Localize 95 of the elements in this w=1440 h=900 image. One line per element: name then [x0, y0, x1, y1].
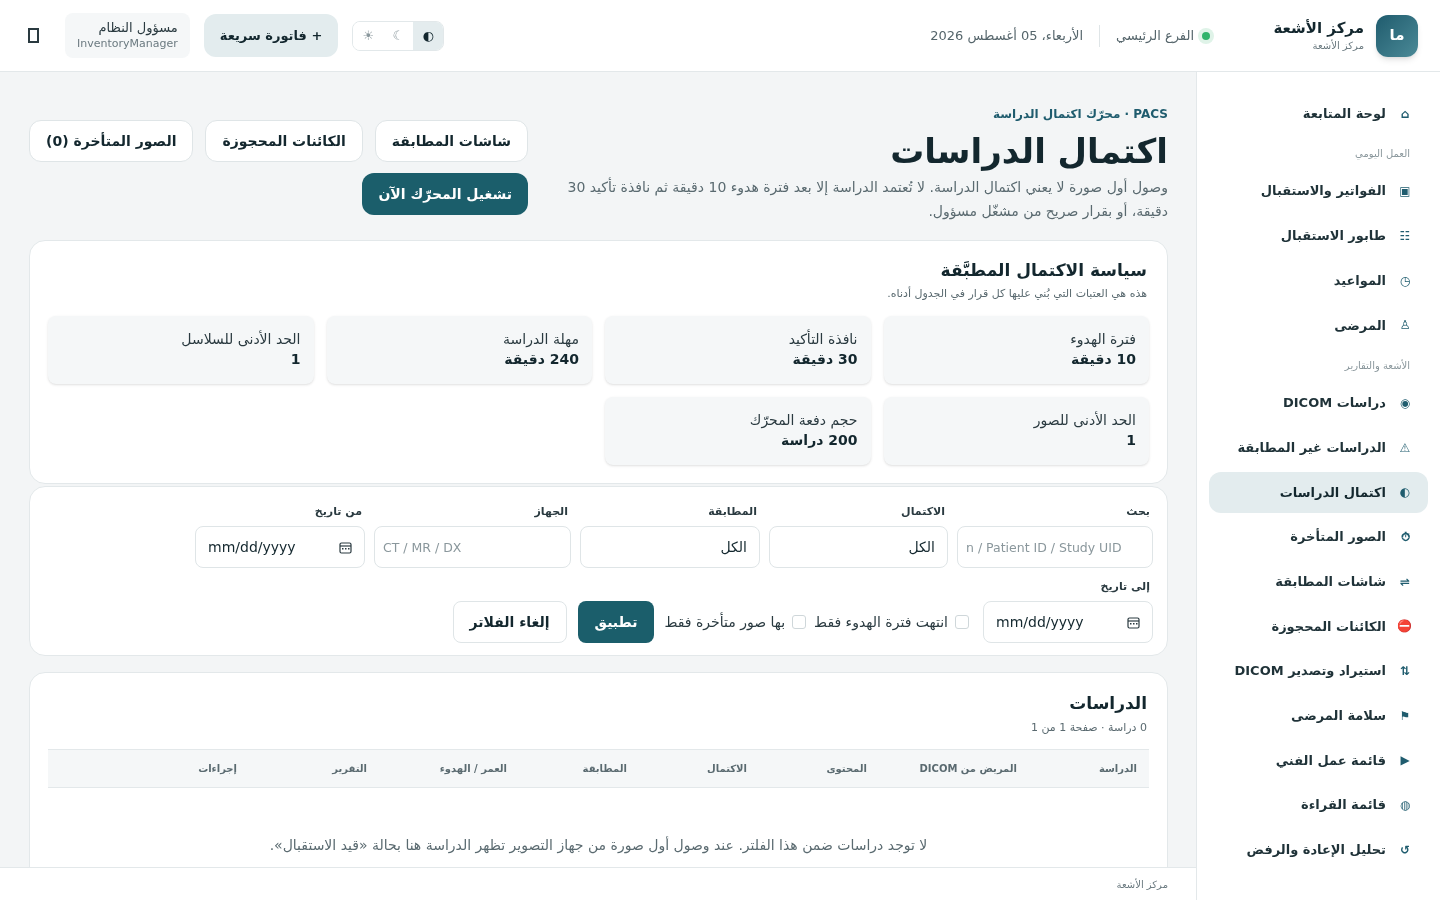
policy-label: مهلة الدراسة: [502, 330, 579, 349]
sidebar-item[interactable]: ⏱ الصور المتأخرة: [1209, 516, 1428, 558]
card-subtitle: 0 دراسة · صفحة 1 من 1: [1029, 719, 1148, 736]
policy-value: 1: [289, 350, 301, 369]
sidebar-item[interactable]: ☷ طابور الاستقبال: [1209, 215, 1428, 257]
checkbox-option[interactable]: بها صور متأخرة فقط: [664, 611, 807, 633]
sidebar-item[interactable]: ▶ قائمة عمل الفني: [1209, 739, 1428, 781]
quick-invoice-button[interactable]: + فاتورة سريعة: [203, 14, 339, 57]
nav-icon: ⇅: [1398, 662, 1412, 681]
policy-label: فترة الهدوء: [1069, 330, 1136, 349]
text-field[interactable]: n / Patient ID / Study UID: [957, 526, 1153, 568]
field-label: الاكتمال: [900, 504, 946, 520]
policy-label: الحد الأدنى للصور: [1032, 410, 1136, 430]
column-header: المطابقة: [581, 762, 627, 776]
policy-value: 1: [1125, 431, 1136, 450]
policy-label: نافذة التأكيد: [787, 329, 858, 349]
column-header: العمر / الهدوء: [438, 762, 507, 776]
apply-button[interactable]: تطبيق: [577, 601, 655, 643]
field-label: بحث: [1125, 504, 1151, 520]
checkbox[interactable]: [792, 615, 807, 629]
nav-icon: ⚠: [1398, 438, 1412, 457]
sidebar-item[interactable]: ⌂ لوحة المتابعة: [1209, 93, 1428, 134]
nav-icon: ⇌: [1398, 572, 1412, 591]
nav-icon: ◷: [1398, 271, 1412, 290]
date-field[interactable]: mm/dd/yyyy: [195, 526, 365, 568]
sidebar-item[interactable]: ▣ الفواتير والاستقبال: [1209, 170, 1428, 212]
calendar-icon: [1127, 615, 1140, 629]
nav-icon: ◐: [1398, 483, 1412, 502]
square-icon[interactable]: [28, 28, 39, 43]
policy-label: حجم دفعة المحرّك: [748, 411, 858, 430]
branch-label: الفرع الرئيسي: [1116, 26, 1194, 46]
card-subtitle: هذه هي العتبات التي بُني عليها كل قرار في الجدول أدناه.: [886, 285, 1148, 302]
sidebar-item[interactable]: ⚠ الدراسات غير المطابقة: [1209, 427, 1428, 469]
select-field[interactable]: الكل: [769, 526, 948, 568]
checkbox[interactable]: [955, 615, 969, 629]
page-description: وصول أول صورة لا يعني اكتمال الدراسة. لا تُعتمد الدراسة إلا بعد فترة هدوء 10 دقيقة ثم نافذة تأكيد 30 دقيقة، أو بقرار صريح من مشغّل مسؤول.: [566, 176, 1168, 222]
card-title: سياسة الاكتمال المطبَّقة: [939, 259, 1148, 282]
empty-message: لا توجد دراسات ضمن هذا الفلتر. عند وصول أول صورة من جهاز التصوير تظهر الدراسة هنا بحالة «قيد الاستقبال».: [268, 835, 929, 856]
nav-button[interactable]: الصور المتأخرة (0): [29, 120, 194, 162]
checkbox-option[interactable]: انتهت فترة الهدوء فقط: [814, 611, 969, 633]
footer-text: مركز الأشعة: [1116, 877, 1168, 892]
section-heading: العمل اليومي: [1354, 147, 1411, 162]
date-text: الأربعاء، 05 أغسطس 2026: [930, 26, 1084, 46]
sidebar-item[interactable]: ♙ المرضى: [1209, 304, 1428, 346]
column-header: الاكتمال: [706, 762, 747, 776]
column-header: المريض من DICOM: [918, 762, 1017, 776]
field-label: المطابقة: [707, 504, 758, 520]
theme-option[interactable]: ◐: [413, 21, 444, 50]
column-header: إجراءات: [197, 762, 237, 776]
nav-icon: ♙: [1398, 316, 1412, 335]
sidebar-item[interactable]: ◐ اكتمال الدراسات: [1209, 471, 1428, 513]
field-label: الجهاز: [533, 504, 569, 520]
page-title: اكتمال الدراسات: [889, 130, 1168, 173]
column-header: الدراسة: [1097, 762, 1137, 776]
nav-button[interactable]: شاشات المطابقة: [374, 120, 528, 162]
field-label: إلى تاريخ: [1099, 579, 1151, 595]
nav-button[interactable]: الكائنات المحجوزة: [205, 120, 363, 162]
sidebar-item[interactable]: ◷ المواعيد: [1209, 260, 1428, 302]
policy-value: 240 دقيقة: [503, 350, 579, 369]
clear-filters-button[interactable]: إلغاء الفلاتر: [452, 601, 567, 643]
column-header: المحتوى: [825, 762, 867, 776]
section-heading: الأشعة والتقارير: [1343, 358, 1411, 374]
policy-value: 10 دقيقة: [1070, 350, 1136, 369]
brand-subtitle: مركز الأشعة: [1311, 38, 1364, 53]
brand-title: مركز الأشعة: [1273, 18, 1364, 38]
policy-value: 30 دقيقة: [791, 350, 858, 369]
text-field[interactable]: CT / MR / DX: [374, 526, 571, 568]
sidebar-item[interactable]: ⇌ شاشات المطابقة: [1209, 561, 1428, 603]
policy-label: الحد الأدنى للسلاسل: [180, 329, 301, 349]
nav-icon: ↺: [1398, 840, 1412, 859]
nav-icon: ⌂: [1398, 104, 1412, 123]
sidebar-item[interactable]: ⇅ استيراد وتصدير DICOM: [1209, 650, 1428, 692]
calendar-icon: [339, 540, 352, 554]
sidebar-item[interactable]: ⚑ سلامة المرضى: [1209, 695, 1428, 737]
card-title: الدراسات: [1068, 692, 1148, 715]
sidebar-item[interactable]: ◍ قائمة القراءة: [1209, 784, 1428, 826]
select-field[interactable]: الكل: [580, 526, 760, 568]
nav-icon: ▶: [1398, 751, 1412, 770]
nav-icon: ☷: [1398, 226, 1412, 245]
nav-icon: ▣: [1398, 182, 1412, 201]
nav-icon: ⚑: [1398, 706, 1412, 725]
sidebar-item[interactable]: ↺ تحليل الإعادة والرفض: [1209, 829, 1428, 871]
policy-value: 200 دراسة: [780, 431, 858, 450]
sidebar-item[interactable]: ⛔ الكائنات المحجوزة: [1209, 605, 1428, 647]
column-header: التقرير: [330, 762, 367, 776]
breadcrumb: PACS · محرّك اكتمال الدراسة: [991, 106, 1168, 123]
nav-icon: ◉: [1398, 393, 1412, 412]
field-label: من تاريخ: [313, 504, 363, 520]
nav-icon: ⏱: [1398, 528, 1412, 546]
brand-logo: ما: [1376, 14, 1418, 57]
nav-icon: ◍: [1398, 796, 1412, 815]
nav-icon: ⛔: [1398, 617, 1412, 636]
date-field[interactable]: mm/dd/yyyy: [983, 601, 1153, 643]
run-engine-button[interactable]: تشغيل المحرّك الآن: [362, 173, 528, 215]
sidebar-item[interactable]: ◉ دراسات DICOM: [1209, 382, 1428, 424]
